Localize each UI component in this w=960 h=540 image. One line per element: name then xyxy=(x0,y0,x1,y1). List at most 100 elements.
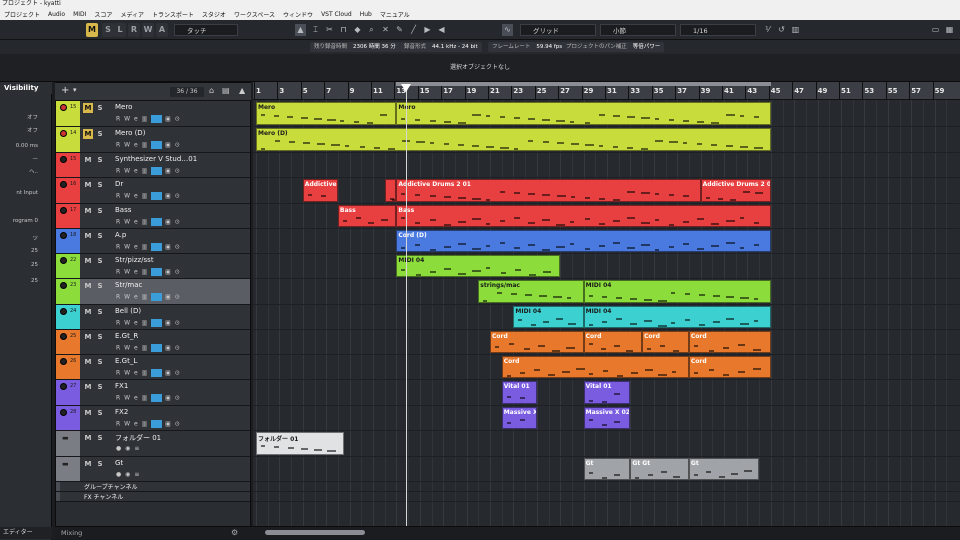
track-3[interactable]: 16 M S Dr R W e ▥ ▣ ⊙ xyxy=(56,178,250,204)
keyboard-icon[interactable]: ▥ xyxy=(142,168,149,175)
keyboard-icon[interactable]: ▥ xyxy=(142,142,149,149)
write-button[interactable]: W xyxy=(124,395,131,402)
keyboard-icon[interactable]: ▥ xyxy=(142,219,149,226)
track-10[interactable]: 26 M S E.Gt_L R W e ▥ ▣ ⊙ xyxy=(56,355,250,380)
write-button[interactable]: W xyxy=(124,345,131,352)
monitor-icon[interactable] xyxy=(60,333,67,340)
event-part[interactable]: Bass xyxy=(396,205,771,227)
zoom-icon[interactable]: ⌕ xyxy=(366,24,377,36)
window-icon[interactable]: ▭ xyxy=(930,24,941,36)
track-name[interactable]: FX チャンネル xyxy=(84,492,123,501)
layout-toggle-icon[interactable]: ▦ xyxy=(944,24,955,36)
solo-button[interactable]: S xyxy=(95,281,105,291)
eq-icon[interactable]: ▣ xyxy=(165,294,172,301)
instrument-icon[interactable] xyxy=(151,420,163,428)
event-part[interactable]: フォルダー 01 xyxy=(256,432,344,455)
edit-icon[interactable]: e xyxy=(134,395,139,402)
track-6[interactable]: 22 M S Str/pizz/sst R W e ▥ ▣ ⊙ xyxy=(56,254,250,279)
edit-icon[interactable]: e xyxy=(134,116,139,123)
track-12[interactable]: 28 M S FX2 R W e ▥ ▣ ⊙ xyxy=(56,406,250,431)
menu-item-7[interactable]: ワークスペース xyxy=(230,10,279,19)
track-name[interactable]: グループチャンネル xyxy=(84,482,137,491)
edit-icon[interactable]: e xyxy=(134,142,139,149)
line-icon[interactable]: ╱ xyxy=(408,24,419,36)
monitor-icon[interactable] xyxy=(60,358,67,365)
fader-icon[interactable]: ⊙ xyxy=(175,269,181,276)
home-icon[interactable]: ⌂ xyxy=(209,86,214,95)
solo-button[interactable]: S xyxy=(95,180,105,190)
event-part[interactable]: Addictive Drums 2 01 xyxy=(396,179,701,202)
event-part[interactable] xyxy=(384,179,397,202)
event-part[interactable]: Massive X 02 xyxy=(583,407,631,429)
settings-icon[interactable]: ⚙ xyxy=(231,528,238,537)
toolbar-btn-s[interactable]: S xyxy=(102,23,114,37)
read-button[interactable]: R xyxy=(116,294,121,301)
mute-button[interactable]: M xyxy=(83,433,93,443)
toolbar-btn-a[interactable]: A xyxy=(156,23,168,37)
mute-button[interactable]: M xyxy=(83,408,93,418)
eq-icon[interactable]: ▣ xyxy=(165,193,172,200)
quantize-icon[interactable]: ⅟ xyxy=(762,24,773,36)
snap-icon[interactable]: ∿ xyxy=(502,24,513,36)
glue-icon[interactable]: ⊓ xyxy=(338,24,349,36)
fader-icon[interactable]: ⊙ xyxy=(175,320,181,327)
track-name[interactable]: A.p xyxy=(115,231,126,239)
track-14[interactable]: ▬ M S Gt ● ◉ ≡ xyxy=(56,457,250,482)
write-button[interactable]: W xyxy=(124,370,131,377)
edit-icon[interactable]: e xyxy=(134,269,139,276)
mute-button[interactable]: M xyxy=(83,382,93,392)
mute-button[interactable]: M xyxy=(83,206,93,216)
loop-range[interactable] xyxy=(396,82,771,86)
instrument-icon[interactable] xyxy=(151,141,163,149)
mute-button[interactable]: M xyxy=(83,231,93,241)
mute-button[interactable]: M xyxy=(83,307,93,317)
track-name[interactable]: Bell (D) xyxy=(115,307,141,315)
track-name[interactable]: Gt xyxy=(115,459,123,467)
mute-button[interactable]: M xyxy=(83,103,93,113)
equal-icon[interactable]: ≡ xyxy=(134,445,140,452)
fader-icon[interactable]: ⊙ xyxy=(175,193,181,200)
instrument-icon[interactable] xyxy=(151,394,163,402)
eq-icon[interactable]: ▣ xyxy=(165,116,172,123)
monitor-icon[interactable] xyxy=(60,232,67,239)
inspector-row-0[interactable]: オフ xyxy=(0,113,48,123)
instrument-icon[interactable] xyxy=(151,319,163,327)
edit-icon[interactable]: e xyxy=(134,345,139,352)
keyboard-icon[interactable]: ▥ xyxy=(142,116,149,123)
eq-icon[interactable]: ▣ xyxy=(165,244,172,251)
monitor-icon[interactable] xyxy=(60,207,67,214)
event-part[interactable]: Cord xyxy=(501,356,689,378)
keyboard-icon[interactable]: ▥ xyxy=(142,294,149,301)
menu-item-2[interactable]: MIDI xyxy=(69,11,90,18)
layout-icon[interactable]: ▤ xyxy=(222,86,230,95)
record-icon[interactable]: ● xyxy=(116,471,122,478)
monitor-icon[interactable] xyxy=(60,130,67,137)
play-icon[interactable]: ▶ xyxy=(422,24,433,36)
event-part[interactable]: MIDI 04 xyxy=(396,255,561,277)
frame-rate-display[interactable]: フレームレート 59.94 fps xyxy=(488,42,567,52)
solo-button[interactable]: S xyxy=(95,129,105,139)
pan-law-display[interactable]: プロジェクトのパン補正 等倍パワー xyxy=(562,42,665,52)
eq-icon[interactable]: ▣ xyxy=(165,269,172,276)
event-part[interactable]: Cord xyxy=(583,331,643,353)
cursor-head-icon[interactable] xyxy=(401,84,411,92)
event-part[interactable]: Cord (D) xyxy=(396,230,771,252)
fader-icon[interactable]: ⊙ xyxy=(175,116,181,123)
event-part[interactable]: Gt Gt xyxy=(630,458,689,480)
write-button[interactable]: W xyxy=(124,421,131,428)
instrument-icon[interactable] xyxy=(151,115,163,123)
edit-icon[interactable]: e xyxy=(134,421,139,428)
track-5[interactable]: 18 M S A.p R W e ▥ ▣ ⊙ xyxy=(56,229,250,254)
write-button[interactable]: W xyxy=(124,142,131,149)
mixing-label[interactable]: Mixing xyxy=(61,529,82,537)
solo-button[interactable]: S xyxy=(95,206,105,216)
fader-icon[interactable]: ⊙ xyxy=(175,142,181,149)
inspector-row-8[interactable]: 25 xyxy=(0,246,48,256)
track-11[interactable]: 27 M S FX1 R W e ▥ ▣ ⊙ xyxy=(56,380,250,406)
fader-icon[interactable]: ⊙ xyxy=(175,294,181,301)
split-icon[interactable]: ✂ xyxy=(324,24,335,36)
solo-button[interactable]: S xyxy=(95,231,105,241)
solo-button[interactable]: S xyxy=(95,382,105,392)
edit-icon[interactable]: e xyxy=(134,320,139,327)
read-button[interactable]: R xyxy=(116,370,121,377)
